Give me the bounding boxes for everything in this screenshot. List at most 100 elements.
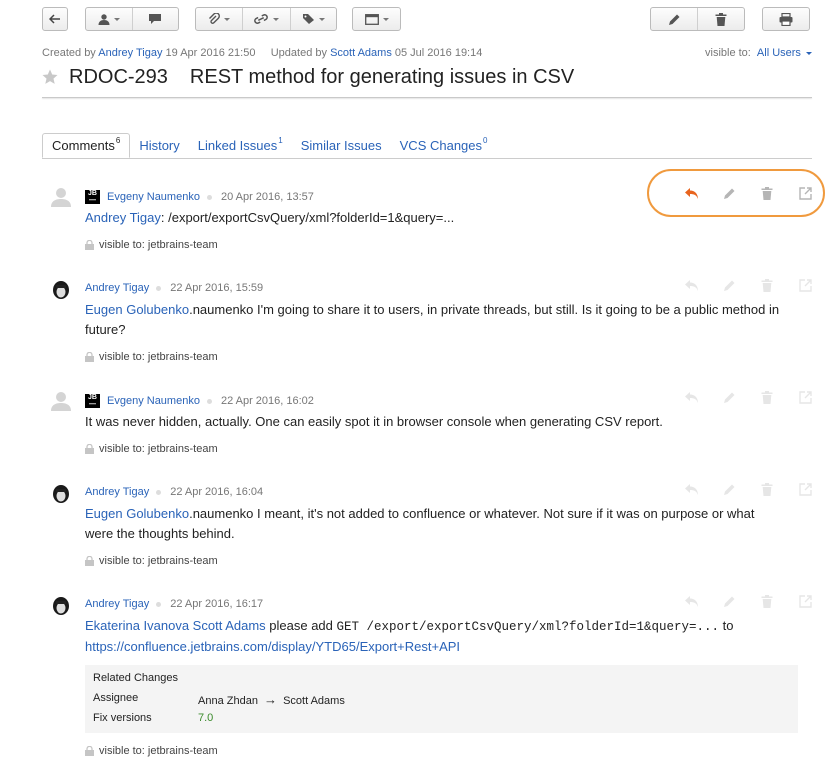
lock-icon xyxy=(85,240,94,250)
tab-count: 0 xyxy=(483,136,488,145)
pencil-icon xyxy=(723,280,734,291)
comment-date: 22 Apr 2016, 16:17 xyxy=(170,598,264,610)
delete-button[interactable] xyxy=(697,8,744,30)
visibility-text: visible to: jetbrains-team xyxy=(99,443,218,455)
tag-button[interactable] xyxy=(289,8,336,30)
related-changes-panel: Related Changes Assignee Anna Zhdan → Sc… xyxy=(85,665,798,733)
permalink-button[interactable] xyxy=(786,187,824,200)
creator-link[interactable]: Andrey Tigay xyxy=(98,47,162,59)
comment-button[interactable] xyxy=(131,8,178,30)
chevron-down-icon xyxy=(318,17,325,21)
comment-body: Eugen Golubenko.naumenko I'm going to sh… xyxy=(85,300,785,340)
window-icon xyxy=(364,13,379,25)
trash-icon xyxy=(715,12,727,26)
external-link-icon xyxy=(798,483,812,496)
delete-comment-button[interactable] xyxy=(748,595,786,608)
edit-button[interactable] xyxy=(651,8,697,30)
attach-button[interactable] xyxy=(196,8,242,30)
comment-header: Andrey Tigay 22 Apr 2016, 15:59 xyxy=(85,282,263,294)
confluence-link[interactable]: https://confluence.jetbrains.com/display… xyxy=(85,639,460,654)
tab-vcs-changes[interactable]: VCS Changes0 xyxy=(391,134,497,158)
permalink-button[interactable] xyxy=(786,483,824,496)
comment-author[interactable]: Evgeny Naumenko xyxy=(107,191,200,203)
print-button[interactable] xyxy=(762,7,810,31)
chevron-down-icon xyxy=(382,17,389,21)
comment-visibility: visible to: jetbrains-team xyxy=(85,351,218,363)
back-button[interactable] xyxy=(42,7,68,31)
reply-button[interactable] xyxy=(672,595,710,608)
separator-dot xyxy=(156,489,162,495)
tab-label: Similar Issues xyxy=(300,138,382,153)
tab-history[interactable]: History xyxy=(130,134,188,158)
fix-version-value[interactable]: 7.0 xyxy=(198,712,213,724)
trash-icon xyxy=(761,279,773,292)
tab-linked-issues[interactable]: Linked Issues1 xyxy=(189,134,292,158)
mention-link[interactable]: Eugen Golubenko xyxy=(85,302,189,317)
reply-icon xyxy=(684,188,698,199)
related-changes-title: Related Changes xyxy=(93,672,179,684)
tab-comments[interactable]: Comments6 xyxy=(42,133,131,158)
comment-actions xyxy=(672,187,824,200)
reply-icon xyxy=(684,280,698,291)
edit-comment-button[interactable] xyxy=(710,483,748,496)
updated-prefix: Updated by xyxy=(270,47,327,59)
reply-button[interactable] xyxy=(672,279,710,292)
jetbrains-badge-icon: JB — xyxy=(85,190,100,204)
lock-icon xyxy=(85,746,94,756)
comment-author[interactable]: Evgeny Naumenko xyxy=(107,395,200,407)
issue-title-row: RDOC-293 REST method for generating issu… xyxy=(42,66,574,89)
mention-link[interactable]: Andrey Tigay xyxy=(85,210,161,225)
updater-link[interactable]: Scott Adams xyxy=(330,47,392,59)
edit-comment-button[interactable] xyxy=(710,391,748,404)
reply-button[interactable] xyxy=(672,483,710,496)
comment-icon xyxy=(149,14,162,24)
delete-comment-button[interactable] xyxy=(748,391,786,404)
link-button[interactable] xyxy=(242,8,289,30)
delete-comment-button[interactable] xyxy=(748,483,786,496)
visibility-text: visible to: jetbrains-team xyxy=(99,239,218,251)
permalink-button[interactable] xyxy=(786,279,824,292)
assignee-change: Anna Zhdan → Scott Adams xyxy=(198,692,345,707)
comment-text: It was never hidden, actually. One can e… xyxy=(85,414,663,429)
edit-comment-button[interactable] xyxy=(710,595,748,608)
delete-comment-button[interactable] xyxy=(748,187,786,200)
comment-body: Andrey Tigay: /export/exportCsvQuery/xml… xyxy=(85,208,785,228)
comment-author[interactable]: Andrey Tigay xyxy=(85,486,149,498)
visibility-text: visible to: jetbrains-team xyxy=(99,351,218,363)
jetbrains-badge-icon: JB — xyxy=(85,394,100,408)
permalink-button[interactable] xyxy=(786,595,824,608)
reply-button[interactable] xyxy=(672,187,710,200)
assignee-button[interactable] xyxy=(86,8,132,30)
comment-header: JB — Evgeny Naumenko 22 Apr 2016, 16:02 xyxy=(85,394,314,408)
edit-comment-button[interactable] xyxy=(710,187,748,200)
tab-label: Comments xyxy=(52,138,115,153)
fix-versions-label: Fix versions xyxy=(93,712,152,724)
tab-label: VCS Changes xyxy=(399,138,483,153)
permalink-button[interactable] xyxy=(786,391,824,404)
visibility-dropdown[interactable]: All Users xyxy=(757,47,812,59)
separator-dot xyxy=(206,194,212,200)
user-icon xyxy=(98,13,110,25)
tab-similar-issues[interactable]: Similar Issues xyxy=(292,134,391,158)
external-link-icon xyxy=(798,187,812,200)
default-avatar-icon xyxy=(51,188,71,207)
comment-text: : /export/exportCsvQuery/xml?folderId=1&… xyxy=(160,210,455,225)
reply-button[interactable] xyxy=(672,391,710,404)
user-photo-avatar xyxy=(50,280,72,302)
mention-link[interactable]: Eugen Golubenko xyxy=(85,506,189,521)
edit-comment-button[interactable] xyxy=(710,279,748,292)
assignee-to: Scott Adams xyxy=(283,695,345,707)
delete-comment-button[interactable] xyxy=(748,279,786,292)
mention-link[interactable]: Ekaterina Ivanova Scott Adams xyxy=(85,618,266,633)
star-icon[interactable] xyxy=(42,69,58,85)
lock-icon xyxy=(85,444,94,454)
comment-author[interactable]: Andrey Tigay xyxy=(85,598,149,610)
visibility-text: visible to: jetbrains-team xyxy=(99,555,218,567)
view-button[interactable] xyxy=(352,7,401,31)
back-arrow-icon xyxy=(49,14,60,24)
comment-date: 22 Apr 2016, 15:59 xyxy=(170,282,264,294)
comment-author[interactable]: Andrey Tigay xyxy=(85,282,149,294)
issue-summary: REST method for generating issues in CSV xyxy=(189,66,575,88)
pencil-icon xyxy=(723,484,734,495)
tab-count: 1 xyxy=(278,136,283,145)
